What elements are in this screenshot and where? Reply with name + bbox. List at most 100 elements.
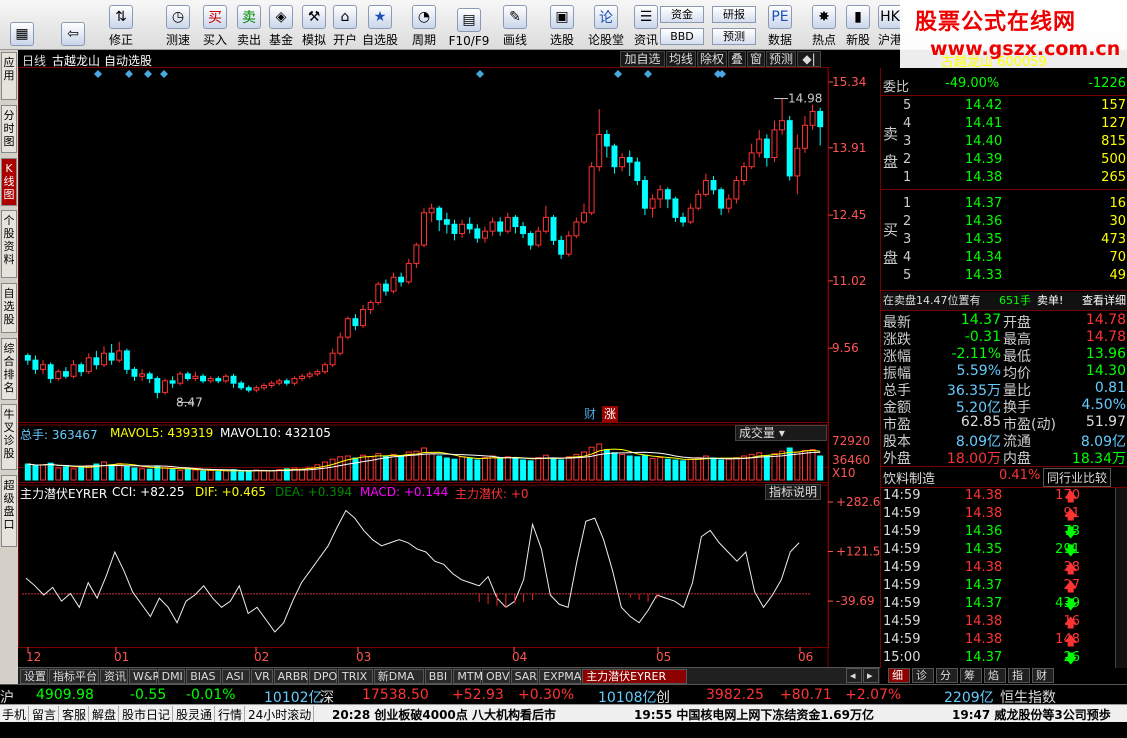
buy-button[interactable]: 买买入 [197,2,233,48]
buy-icon: 买 [203,5,227,29]
quote-tab-0[interactable]: 细 [888,668,910,683]
news-item[interactable]: 19:47 威龙股份等3公司预歩 [952,706,1111,723]
app-logo[interactable]: ⇦ [55,2,91,48]
news-btn-0[interactable]: 手机 [0,706,30,722]
chart-btn-6[interactable]: ◆| [797,51,821,67]
indicator-tab-8[interactable]: ARBR [273,669,309,684]
indicator-tab-7[interactable]: VR [250,669,273,684]
chart-btn-1[interactable]: 均线 [666,51,696,67]
quote-tab-4[interactable]: 焰 [984,668,1006,683]
ask-row[interactable]: 5 14.42 157 [881,98,1127,116]
candle [733,175,740,204]
news-button[interactable]: ☰ 资讯 [628,2,664,48]
indicator-tab-17[interactable]: 主力潜伏EYRER [582,669,688,684]
sell-button[interactable]: 卖卖出 [231,2,267,48]
quote-tab-3[interactable]: 筹 [960,668,982,683]
indicator-tab-9[interactable]: DPO [309,669,337,684]
indicator-tab-16[interactable]: EXPMA [539,669,581,684]
left-tab-3[interactable]: 个股资料 [1,210,17,278]
volume-select-dropdown[interactable]: 成交量 ▾ [735,425,827,441]
indicator-tab-13[interactable]: MTM [453,669,483,684]
chart-btn-0[interactable]: 加自选 [620,51,665,67]
lock-button[interactable]: ⌂ 开户 [327,2,363,48]
news-btn-1[interactable]: 留言 [30,706,60,722]
indicator-tab-14[interactable]: OBV [482,669,510,684]
indicator-help-button[interactable]: 指标说明 [765,484,822,500]
quote-tab-2[interactable]: 分 [936,668,958,683]
left-tab-5[interactable]: 综合排名 [1,338,17,400]
left-tab-0[interactable]: 应用 [1,52,17,100]
tick-scrollbar[interactable] [1115,488,1127,668]
tab-scroll-left-button[interactable]: ◂ [846,668,862,683]
chart-btn-4[interactable]: 窗 [747,51,765,67]
hot-button[interactable]: ✸ 热点 [806,2,842,48]
document-button[interactable]: ▤ F10/F9 [448,2,490,48]
forecast-button[interactable]: 预测 [712,28,756,45]
fund-flow-button[interactable]: 资金 [660,6,704,23]
quote-tab-5[interactable]: 指 [1008,668,1030,683]
news-btn-6[interactable]: 行情 [216,706,246,722]
forum-button[interactable]: 论论股堂 [588,2,624,48]
star-button[interactable]: ★ 自选股 [362,2,398,48]
news-btn-3[interactable]: 解盘 [90,706,120,722]
indicator-tab-0[interactable]: 设置 [20,669,48,684]
indicator-tab-2[interactable]: 资讯 [100,669,128,684]
indicator-tab-11[interactable]: 新DMA [373,669,424,684]
indicator-tab-10[interactable]: TRIX [338,669,373,684]
candle [641,175,648,216]
bid-row[interactable]: 4 14.34 70 [881,250,1127,268]
ask-row[interactable]: 3 14.40 815 [881,134,1127,152]
new-stock-button[interactable]: ▮ 新股 [840,2,876,48]
pe-button[interactable]: PE 数据 [762,2,798,48]
ask-row[interactable]: 4 14.41 127 [881,116,1127,134]
industry-compare-button[interactable]: 同行业比较 [1043,468,1112,487]
volume-bar [497,457,504,481]
bbd-button[interactable]: BBD [660,28,704,45]
bid-row[interactable]: 1 14.37 16 [881,196,1127,214]
cycle-button[interactable]: ◔ 周期 [406,2,442,48]
app-logo[interactable]: ▦ [2,2,42,48]
indicator-tab-3[interactable]: W&R [129,669,160,684]
bid-row[interactable]: 2 14.36 30 [881,214,1127,232]
chart-btn-5[interactable]: 预测 [766,51,796,67]
ask-row[interactable]: 2 14.39 500 [881,152,1127,170]
screen-button[interactable]: ▣ 选股 [544,2,580,48]
bid-row[interactable]: 5 14.33 49 [881,268,1127,286]
indicator-tab-6[interactable]: ASI [222,669,250,684]
news-btn-4[interactable]: 股市日记 [120,706,174,722]
indicator-tab-12[interactable]: BBI [424,669,453,684]
quote-tab-1[interactable]: 诊 [912,668,934,683]
toolbar-label: F10/F9 [448,34,490,48]
left-tab-6[interactable]: 牛叉诊股 [1,404,17,470]
k-line-chart[interactable]: 15.34 13.91 12.45 11.02 9.56 14.98 8.47 财 涨 72920… [18,50,880,667]
volume-axis-label: 36460 [832,453,870,467]
news-item[interactable]: 19:55 中国核电网上网下冻结资金1.69万亿 [634,706,874,723]
ask-row[interactable]: 1 14.38 265 [881,170,1127,188]
news-btn-2[interactable]: 客服 [60,706,90,722]
quote-tab-6[interactable]: 财 [1032,668,1054,683]
candle [451,219,458,241]
bid-row[interactable]: 3 14.35 473 [881,232,1127,250]
clock-button[interactable]: ◷ 测速 [160,2,196,48]
tab-scroll-right-button[interactable]: ▸ [863,668,879,683]
news-btn-5[interactable]: 股灵通 [174,706,216,722]
indicator-tab-15[interactable]: SAR [510,669,539,684]
up-down-arrows-button[interactable]: ⇅ 修正 [103,2,139,48]
pencil-button[interactable]: ✎ 画线 [497,2,533,48]
indicator-tab-5[interactable]: BIAS [186,669,221,684]
volume-bar [634,456,641,481]
indicator-tab-1[interactable]: 指标平台 [49,669,99,684]
fund-button[interactable]: ◈ 基金 [263,2,299,48]
pending-order-row[interactable]: 在卖盘14.47位置有 651手 卖单! 查看详细 [881,292,1127,310]
chart-btn-3[interactable]: 叠 [728,51,746,67]
news-btn-7[interactable]: 24小时滚动 [246,706,315,722]
left-tab-4[interactable]: 自选股 [1,283,17,333]
indicator-tab-4[interactable]: DMI [157,669,186,684]
left-tab-1[interactable]: 分时图 [1,105,17,153]
report-button[interactable]: 研报 [712,6,756,23]
left-tab-2[interactable]: K线图 [1,158,17,206]
chart-btn-2[interactable]: 除权 [697,51,727,67]
left-tab-7[interactable]: 超级盘口 [1,475,17,547]
candle [786,116,793,181]
news-item[interactable]: 20:28 创业板破4000点 八大机构看后市 [332,706,556,723]
